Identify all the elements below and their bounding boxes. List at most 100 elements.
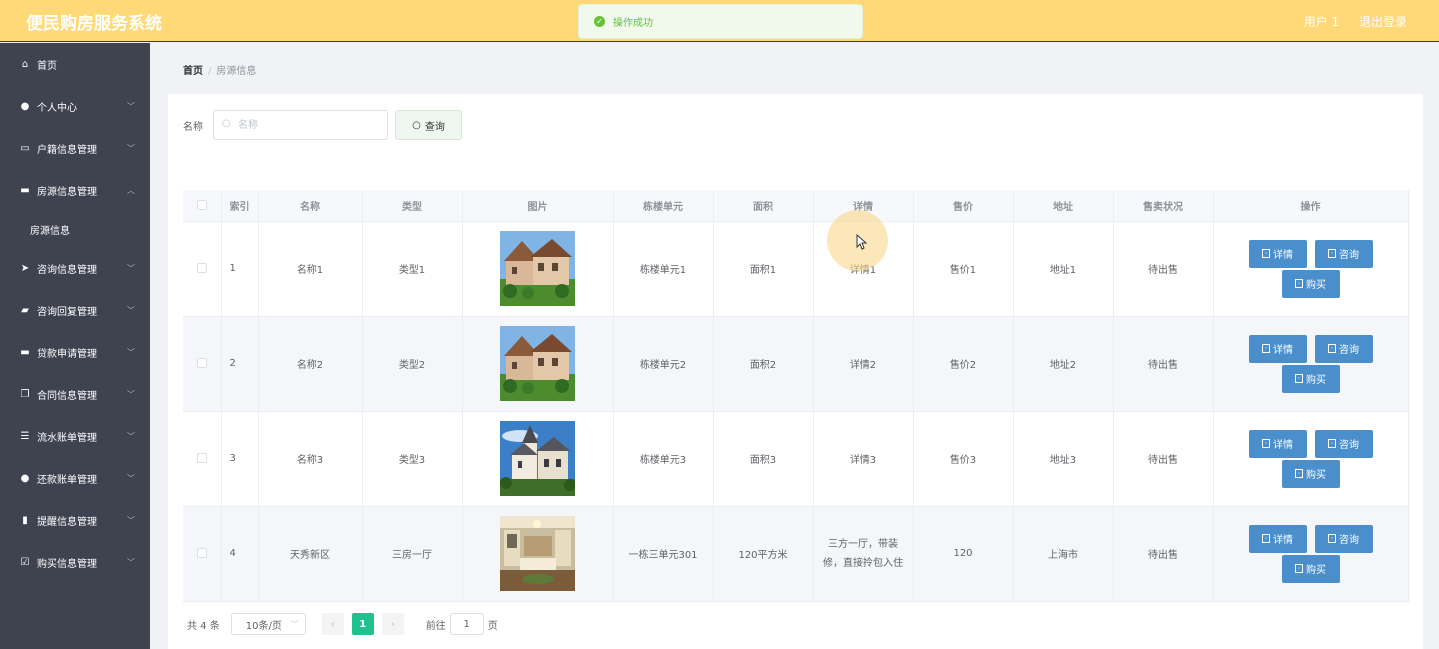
buy-button[interactable]: · 购买 (1281, 269, 1340, 298)
cell-type: 类型1 (362, 221, 463, 317)
cell-address: 地址2 (1013, 316, 1114, 412)
row-checkbox[interactable] (196, 548, 207, 558)
document-icon: · (1295, 564, 1303, 573)
detail-button[interactable]: · 详情 (1248, 524, 1307, 553)
page-number-current[interactable]: 1 (351, 613, 374, 635)
row-checkbox[interactable] (196, 358, 207, 368)
button-label: 咨询 (1339, 250, 1359, 261)
table-row: 2 名称2 类型2 栋楼单元2 面积2 详情2 售价2 地址2 待出售 · 详情… (183, 316, 1409, 412)
logout-link[interactable]: 退出登录 (1359, 15, 1407, 29)
copy-icon: ❐ (20, 388, 30, 400)
cell-image (462, 316, 614, 412)
cell-unit: 栋楼单元2 (613, 316, 714, 412)
cell-name: 天秀新区 (258, 506, 363, 602)
row-checkbox[interactable] (196, 453, 207, 463)
buy-button[interactable]: · 购买 (1281, 459, 1340, 488)
document-icon: · (1328, 439, 1336, 448)
cell-address: 地址3 (1013, 411, 1114, 507)
next-page-button[interactable]: › (381, 613, 404, 635)
sidebar-item-repayment[interactable]: ● 还款账单管理 ﹀ (0, 457, 150, 499)
table-header-row: 索引 名称 类型 图片 栋楼单元 面积 详情 售价 地址 售卖状况 操作 (183, 190, 1409, 222)
document-icon: · (1328, 249, 1336, 258)
button-label: 详情 (1273, 345, 1293, 356)
consult-button[interactable]: · 咨询 (1314, 429, 1373, 458)
pagination-total: 共 4 条 (187, 620, 220, 632)
success-check-icon: ✓ (594, 16, 605, 27)
cell-price: 售价3 (913, 411, 1014, 507)
detail-button[interactable]: · 详情 (1248, 334, 1307, 363)
sidebar-item-personal[interactable]: ● 个人中心 ﹀ (0, 85, 150, 127)
chevron-down-icon: ﹀ (127, 516, 135, 525)
cell-unit: 栋楼单元1 (613, 221, 714, 317)
cell-status: 待出售 (1113, 221, 1214, 317)
sidebar-item-label: 咨询回复管理 (37, 306, 97, 318)
sidebar-item-home[interactable]: ⌂ 首页 (0, 43, 150, 85)
chevron-down-icon: ﹀ (127, 432, 135, 441)
cell-index: 3 (221, 411, 259, 507)
chevron-down-icon: ﹀ (127, 348, 135, 357)
sidebar-item-contract[interactable]: ❐ 合同信息管理 ﹀ (0, 373, 150, 415)
sidebar-subitem-housing-info[interactable]: 房源信息 (0, 211, 150, 247)
sidebar-item-purchase[interactable]: ☑ 购买信息管理 ﹀ (0, 541, 150, 583)
send-icon: ➤ (20, 262, 30, 274)
table-row: 4 天秀新区 三房一厅 一栋三单元301 120平方米 三方一厅，带装修，直接拎… (183, 506, 1409, 602)
goto-page-input[interactable] (449, 613, 484, 635)
cell-area: 面积3 (713, 411, 814, 507)
search-icon: ○ (222, 118, 231, 129)
sidebar-item-label: 咨询信息管理 (37, 264, 97, 276)
cell-index: 1 (221, 221, 259, 317)
sidebar-item-label: 个人中心 (37, 102, 77, 114)
sidebar-item-loan[interactable]: ▬ 贷款申请管理 ﹀ (0, 331, 150, 373)
row-checkbox[interactable] (196, 263, 207, 273)
cell-name: 名称1 (258, 221, 363, 317)
chevron-down-icon: ﹀ (127, 390, 135, 399)
sidebar-item-label: 提醒信息管理 (37, 516, 97, 528)
sidebar-item-housing[interactable]: ▬ 房源信息管理 ︿ (0, 169, 150, 211)
detail-button[interactable]: · 详情 (1248, 429, 1307, 458)
current-user[interactable]: 用户 1 (1304, 15, 1339, 29)
cell-name: 名称3 (258, 411, 363, 507)
sidebar-item-label: 首页 (37, 60, 57, 72)
cell-price: 售价1 (913, 221, 1014, 317)
sidebar-item-consult[interactable]: ➤ 咨询信息管理 ﹀ (0, 247, 150, 289)
chevron-down-icon: ﹀ (127, 264, 135, 273)
sidebar-item-ledger[interactable]: ☰ 流水账单管理 ﹀ (0, 415, 150, 457)
housing-table: 索引 名称 类型 图片 栋楼单元 面积 详情 售价 地址 售卖状况 操作 1 名… (183, 190, 1409, 602)
consult-button[interactable]: · 咨询 (1314, 239, 1373, 268)
search-input[interactable] (213, 110, 388, 140)
button-label: 详情 (1273, 440, 1293, 451)
prev-page-button[interactable]: ‹ (321, 613, 344, 635)
breadcrumb: 首页 / 房源信息 (183, 62, 256, 77)
cell-image (462, 221, 614, 317)
cell-index: 2 (221, 316, 259, 412)
buy-button[interactable]: · 购买 (1281, 364, 1340, 393)
consult-button[interactable]: · 咨询 (1314, 334, 1373, 363)
breadcrumb-home[interactable]: 首页 (183, 66, 203, 77)
select-all-checkbox[interactable] (196, 199, 207, 210)
detail-button[interactable]: · 详情 (1248, 239, 1307, 268)
page-size-select[interactable]: 10条/页 ﹀ (230, 613, 306, 635)
consult-button[interactable]: · 咨询 (1314, 524, 1373, 553)
column-header: 售价 (913, 190, 1014, 222)
cell-detail: 三方一厅，带装修，直接拎包入住 (813, 506, 914, 602)
sidebar-item-label: 贷款申请管理 (37, 348, 97, 360)
cell-price: 120 (913, 506, 1014, 602)
search-icon: ○ (412, 119, 421, 131)
page-size-value: 10条/页 (245, 620, 282, 632)
check-icon: ☑ (20, 556, 30, 568)
sidebar-item-household[interactable]: ▭ 户籍信息管理 ﹀ (0, 127, 150, 169)
query-button[interactable]: ○ 查询 (395, 110, 462, 140)
sidebar-item-reminder[interactable]: ▮ 提醒信息管理 ﹀ (0, 499, 150, 541)
buy-button[interactable]: · 购买 (1281, 554, 1340, 583)
cell-unit: 一栋三单元301 (613, 506, 714, 602)
user-icon: ● (20, 472, 30, 484)
column-header: 详情 (813, 190, 914, 222)
reply-icon: ▰ (21, 304, 29, 316)
chat-icon: ▭ (20, 142, 30, 154)
sidebar-item-reply[interactable]: ▰ 咨询回复管理 ﹀ (0, 289, 150, 331)
document-icon: · (1295, 469, 1303, 478)
document-icon: · (1295, 279, 1303, 288)
cell-type: 类型2 (362, 316, 463, 412)
success-toast: ✓ 操作成功 (578, 4, 863, 39)
cell-address: 上海市 (1013, 506, 1114, 602)
